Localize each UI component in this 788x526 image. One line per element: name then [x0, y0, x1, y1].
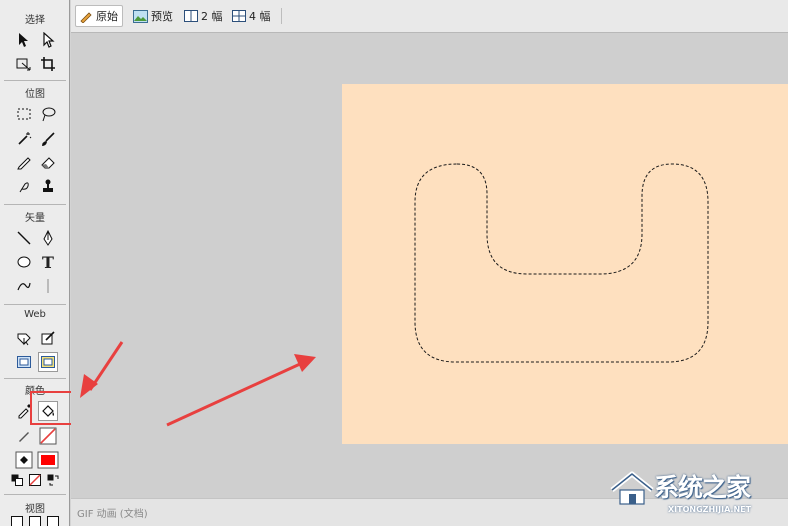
- house-logo-icon: [610, 471, 654, 505]
- annotation-arrows: [80, 341, 316, 427]
- watermark-url: XITONGZHIJIA.NET: [668, 505, 752, 514]
- watermark: 系统之家 XITONGZHIJIA.NET: [608, 466, 784, 522]
- watermark-brand: 系统之家: [654, 473, 751, 502]
